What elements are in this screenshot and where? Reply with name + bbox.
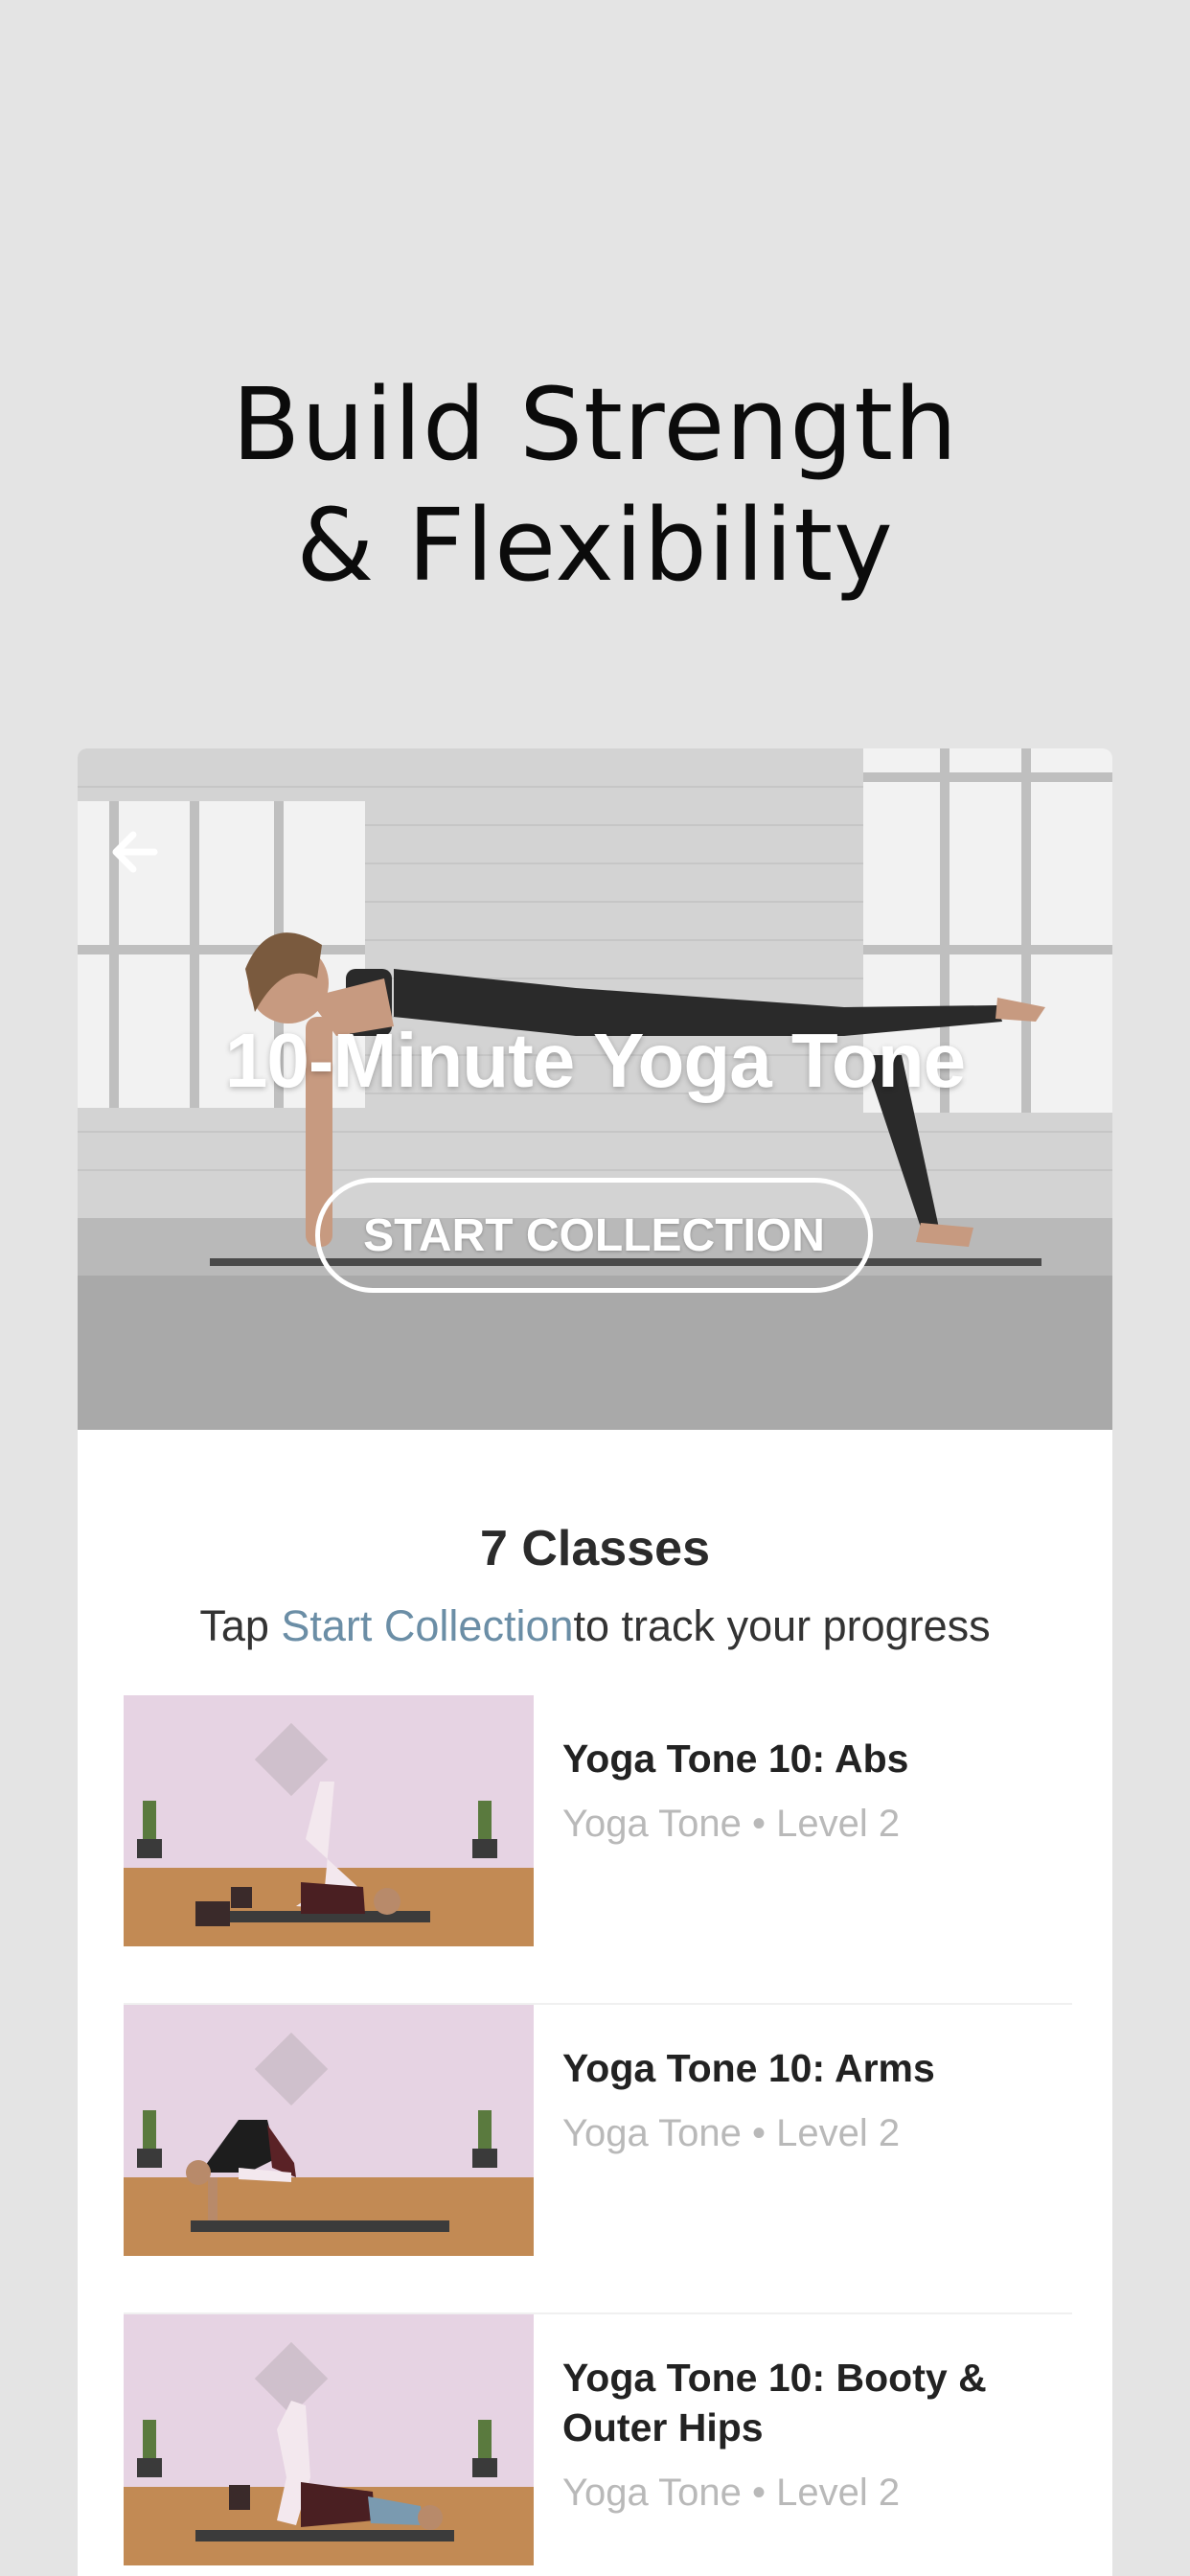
collection-title: 10-Minute Yoga Tone (224, 1018, 966, 1103)
class-thumbnail-image (124, 2005, 534, 2256)
class-title: Yoga Tone 10: Booty & Outer Hips (562, 2356, 987, 2450)
arrow-left-icon (112, 831, 158, 873)
hint-suffix: to track your progress (573, 1601, 991, 1650)
class-item-text: Yoga Tone 10: Abs Yoga Tone • Level 2 (562, 1734, 1061, 1846)
promo-headline-line1: Build Strength (232, 366, 958, 483)
hint-prefix: Tap (199, 1601, 282, 1650)
class-thumbnail (124, 1695, 534, 1946)
app-screen-card: 10-Minute Yoga Tone START COLLECTION 7 C… (78, 748, 1112, 2576)
class-title: Yoga Tone 10: Abs (562, 1736, 909, 1781)
start-collection-link[interactable]: Start Collection (281, 1601, 573, 1650)
classes-count: 7 Classes (480, 1521, 710, 1576)
class-item-text: Yoga Tone 10: Booty & Outer Hips Yoga To… (562, 2353, 1061, 2515)
class-thumbnail (124, 2314, 534, 2565)
progress-hint: Tap Start Collectionto track your progre… (78, 1601, 1112, 1651)
class-subtitle: Yoga Tone • Level 2 (562, 2112, 901, 2154)
class-item-booty-outer-hips[interactable]: Yoga Tone 10: Booty & Outer Hips Yoga To… (124, 2314, 1072, 2576)
collection-hero: 10-Minute Yoga Tone START COLLECTION (78, 748, 1112, 1430)
class-subtitle: Yoga Tone • Level 2 (562, 1803, 901, 1845)
class-list: Yoga Tone 10: Abs Yoga Tone • Level 2 Yo… (124, 1695, 1072, 2576)
class-subtitle: Yoga Tone • Level 2 (562, 2472, 901, 2514)
promo-headline: Build Strength & Flexibility (0, 364, 1190, 606)
class-thumbnail-image (124, 1695, 534, 1946)
class-item-abs[interactable]: Yoga Tone 10: Abs Yoga Tone • Level 2 (124, 1695, 1072, 2005)
class-item-arms[interactable]: Yoga Tone 10: Arms Yoga Tone • Level 2 (124, 2005, 1072, 2314)
class-item-text: Yoga Tone 10: Arms Yoga Tone • Level 2 (562, 2043, 1061, 2155)
class-thumbnail (124, 2005, 534, 2256)
promo-headline-line2: & Flexibility (296, 487, 894, 604)
start-collection-button[interactable]: START COLLECTION (315, 1178, 873, 1293)
class-thumbnail-image (124, 2314, 534, 2565)
back-button[interactable] (108, 825, 175, 892)
class-title: Yoga Tone 10: Arms (562, 2046, 935, 2090)
